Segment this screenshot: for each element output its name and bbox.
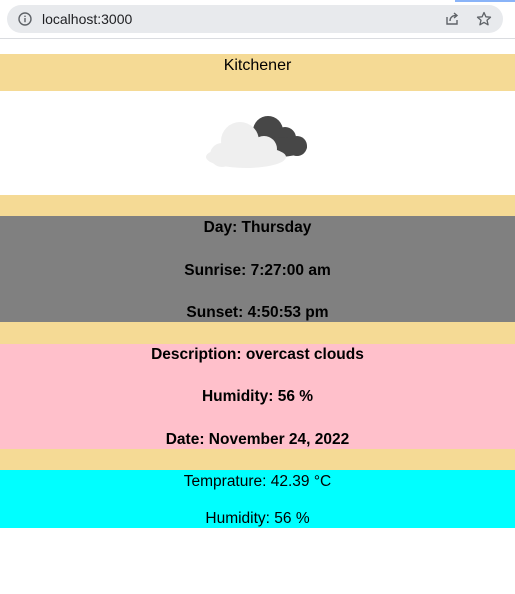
day-info-panel: Day: Thursday Sunrise: 7:27:00 am Sunset… bbox=[0, 216, 515, 322]
sunset-text: Sunset: 4:50:53 pm bbox=[186, 304, 329, 321]
temperature-text: Temprature: 42.39 °C bbox=[183, 473, 332, 490]
date-text: Date: November 24, 2022 bbox=[165, 431, 350, 448]
day-text: Day: Thursday bbox=[203, 219, 312, 236]
spacer bbox=[0, 449, 515, 470]
info-icon[interactable] bbox=[18, 12, 32, 26]
weather-icon-area bbox=[0, 91, 515, 195]
share-icon[interactable] bbox=[444, 11, 460, 27]
spacer bbox=[0, 322, 515, 344]
spacer bbox=[0, 195, 515, 216]
city-name: Kitchener bbox=[223, 57, 292, 74]
address-bar[interactable]: localhost:3000 bbox=[7, 5, 503, 33]
toolbar-accent bbox=[455, 0, 515, 2]
browser-toolbar: localhost:3000 bbox=[0, 0, 515, 39]
url-text[interactable]: localhost:3000 bbox=[42, 11, 132, 27]
star-icon[interactable] bbox=[476, 11, 492, 27]
description-text: Description: overcast clouds bbox=[151, 346, 364, 363]
city-header: Kitchener bbox=[0, 54, 515, 91]
humidity-text: Humidity: 56 % bbox=[205, 510, 310, 527]
overcast-clouds-icon bbox=[206, 116, 307, 168]
humidity-bold-text: Humidity: 56 % bbox=[201, 388, 314, 405]
description-panel: Description: overcast clouds Humidity: 5… bbox=[0, 344, 515, 449]
sunrise-text: Sunrise: 7:27:00 am bbox=[184, 262, 331, 279]
conditions-panel: Temprature: 42.39 °C Humidity: 56 % bbox=[0, 470, 515, 528]
